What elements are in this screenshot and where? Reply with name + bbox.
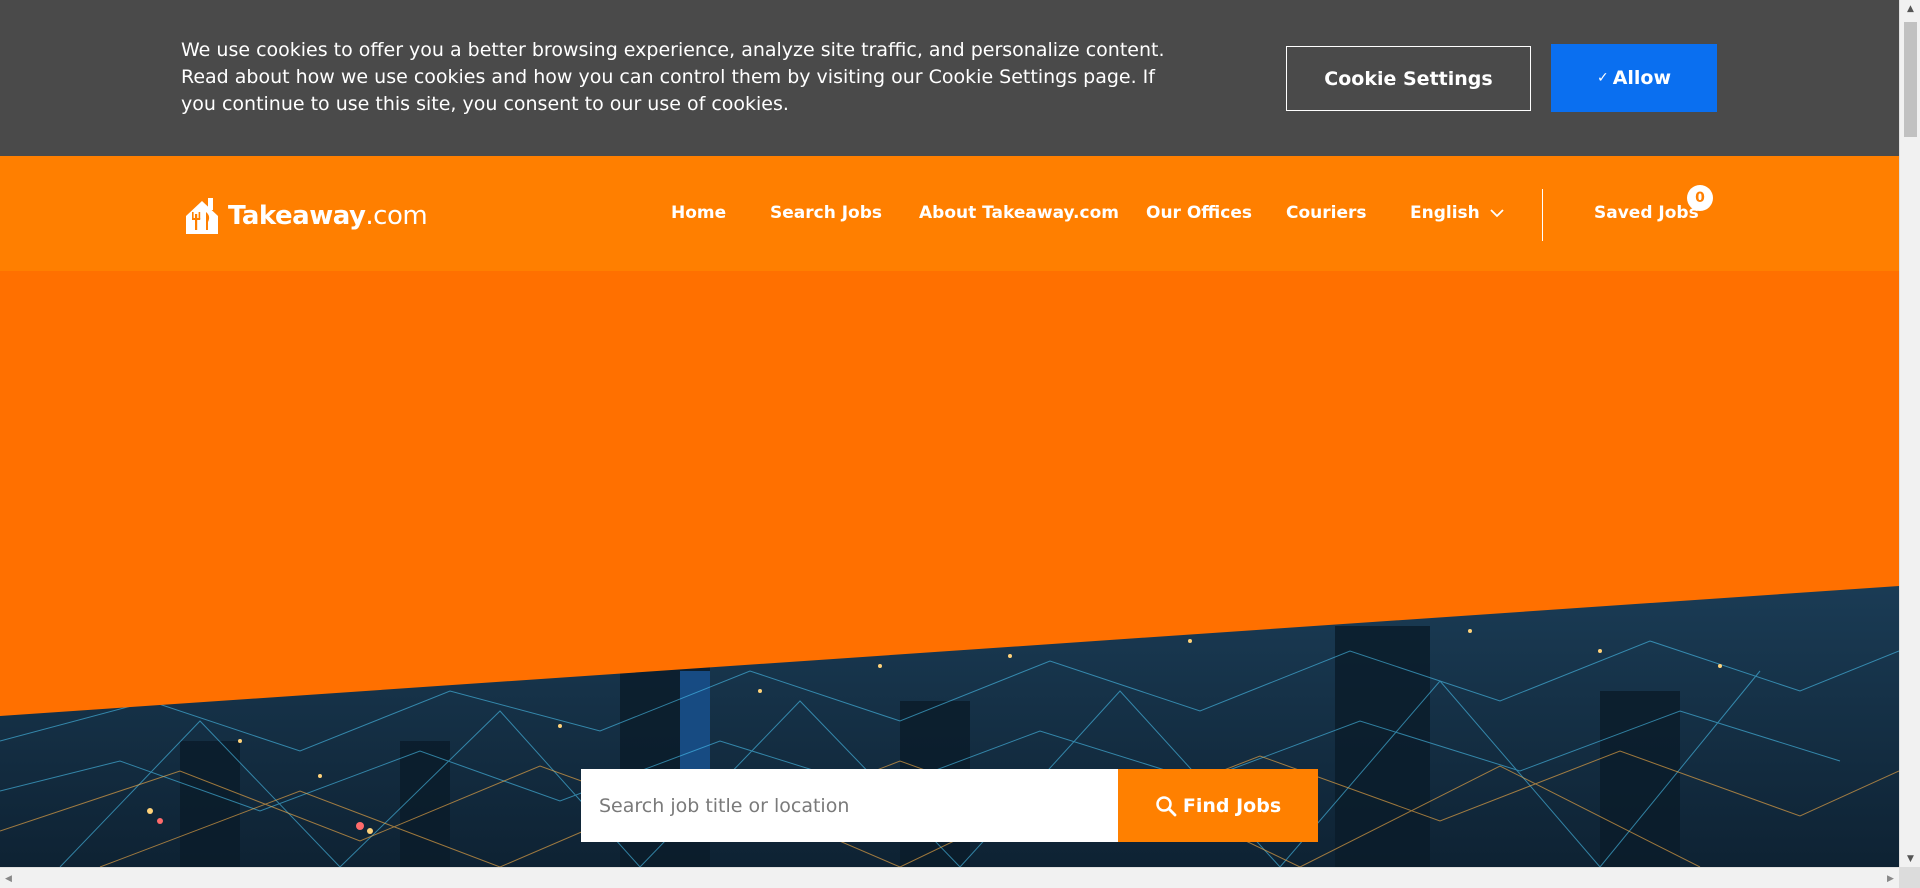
nav-home[interactable]: Home xyxy=(671,203,726,223)
cookie-settings-button[interactable]: Cookie Settings xyxy=(1286,46,1531,111)
chevron-down-icon xyxy=(1490,209,1504,218)
check-icon: ✓ xyxy=(1596,70,1609,86)
saved-jobs-count-badge: 0 xyxy=(1687,185,1713,211)
arrow-up-icon[interactable]: ▲ xyxy=(1900,0,1920,17)
cookie-banner: We use cookies to offer you a better bro… xyxy=(0,0,1899,156)
arrow-right-icon[interactable]: ▶ xyxy=(1882,868,1899,888)
find-jobs-label: Find Jobs xyxy=(1182,794,1282,817)
scrollbar-corner xyxy=(1899,867,1920,888)
horizontal-scrollbar[interactable]: ◀ ▶ xyxy=(0,867,1899,888)
allow-cookies-button[interactable]: ✓ Allow xyxy=(1551,44,1717,112)
job-search-input[interactable] xyxy=(581,769,1118,842)
vertical-scroll-thumb[interactable] xyxy=(1904,22,1917,137)
nav-divider xyxy=(1542,189,1543,241)
find-jobs-button[interactable]: Find Jobs xyxy=(1118,769,1318,842)
nav-about[interactable]: About Takeaway.com xyxy=(919,203,1119,223)
nav-our-offices[interactable]: Our Offices xyxy=(1146,203,1252,223)
nav-search-jobs[interactable]: Search Jobs xyxy=(770,203,882,223)
main-nav: Home Search Jobs About Takeaway.com Our … xyxy=(0,156,1899,271)
allow-label: Allow xyxy=(1612,67,1672,89)
vertical-scrollbar[interactable]: ▲ ▼ xyxy=(1899,0,1920,867)
search-icon xyxy=(1156,795,1177,816)
site-header: Takeaway.com Home Search Jobs About Take… xyxy=(0,156,1899,271)
arrow-left-icon[interactable]: ◀ xyxy=(0,868,17,888)
nav-couriers[interactable]: Couriers xyxy=(1286,203,1367,223)
language-label: English xyxy=(1410,203,1480,223)
language-selector[interactable]: English xyxy=(1410,203,1504,223)
arrow-down-icon[interactable]: ▼ xyxy=(1900,850,1920,867)
cookie-message: We use cookies to offer you a better bro… xyxy=(181,39,1165,115)
nav-saved-jobs[interactable]: Saved Jobs xyxy=(1594,203,1699,223)
